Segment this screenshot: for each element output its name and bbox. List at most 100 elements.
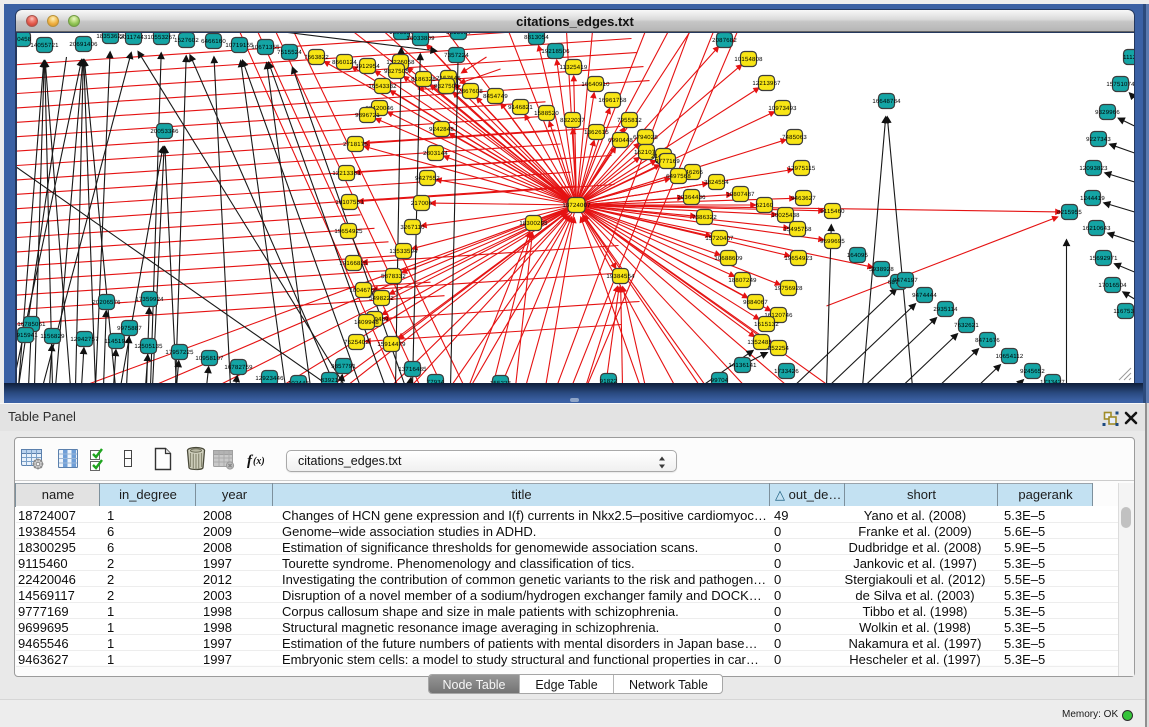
svg-text:10807487: 10807487 [726,191,755,198]
svg-text:9857791: 9857791 [331,363,356,370]
svg-text:10688609: 10688609 [714,255,743,262]
svg-text:10107553: 10107553 [335,199,364,206]
svg-text:6497568: 6497568 [666,173,691,180]
svg-text:15751074: 15751074 [1106,81,1134,88]
svg-text:12505135: 12505135 [134,343,163,350]
svg-text:9245652: 9245652 [1020,368,1045,375]
svg-text:16033809: 16033809 [406,35,435,42]
svg-text:1145194: 1145194 [104,338,129,345]
svg-text:10973493: 10973493 [768,105,797,112]
svg-text:9884067: 9884067 [743,299,768,306]
svg-text:3912954: 3912954 [355,63,380,70]
svg-text:10154808: 10154808 [734,56,763,63]
svg-text:155223: 155223 [489,380,511,383]
svg-text:15720407: 15720407 [705,235,734,242]
svg-text:9427552: 9427552 [415,175,440,182]
svg-text:3915941: 3915941 [17,332,38,339]
svg-text:9115460: 9115460 [820,208,845,215]
svg-text:18807249: 18807249 [728,277,757,284]
svg-text:252254: 252254 [767,345,789,352]
svg-text:5878332: 5878332 [381,273,406,280]
svg-text:16640910: 16640910 [581,81,610,88]
svg-text:16543382: 16543382 [368,83,397,90]
svg-text:19166825: 19166825 [339,260,368,267]
svg-text:12213383: 12213383 [332,170,361,177]
svg-text:1156829: 1156829 [40,333,65,340]
svg-text:8322037: 8322037 [560,117,585,124]
svg-text:12093823: 12093823 [1079,165,1108,172]
svg-text:7386322: 7386322 [692,214,717,221]
svg-text:17016504: 17016504 [1098,282,1127,289]
svg-text:12975115: 12975115 [787,165,815,172]
svg-text:9896721: 9896721 [355,112,380,119]
svg-text:11325419: 11325419 [559,64,587,71]
svg-text:12213967: 12213967 [752,80,781,87]
svg-text:10671355: 10671355 [251,44,280,51]
svg-text:9242848: 9242848 [429,126,454,133]
svg-text:9975887: 9975887 [117,325,142,332]
svg-text:20364436: 20364436 [677,194,706,201]
svg-text:6990448: 6990448 [608,137,633,144]
svg-text:5938928: 5938928 [869,266,894,273]
svg-text:19654925: 19654925 [334,228,363,235]
svg-text:9327508: 9327508 [434,83,459,90]
svg-text:9227343: 9227343 [1086,136,1111,143]
svg-text:9777169: 9777169 [655,158,680,165]
svg-text:7632621: 7632621 [954,322,979,329]
svg-text:13716485: 13716485 [398,366,427,373]
svg-text:164095: 164095 [846,252,868,259]
svg-text:19218506: 19218506 [541,48,570,55]
svg-text:19654923: 19654923 [784,255,813,262]
svg-text:9327505: 9327505 [384,68,409,75]
svg-text:1244419: 1244419 [1080,195,1105,202]
svg-text:20053346: 20053346 [150,128,179,135]
svg-text:6466160: 6466160 [201,38,226,45]
svg-text:9699695: 9699695 [820,238,845,245]
svg-text:1362615: 1362615 [584,129,609,136]
svg-text:14136141: 14136141 [728,362,757,369]
svg-text:19756928: 19756928 [774,285,803,292]
svg-text:2087682: 2087682 [712,37,737,44]
svg-text:16648784: 16648784 [872,98,901,105]
svg-text:5498222: 5498222 [369,295,394,302]
svg-text:7485063: 7485063 [782,134,807,141]
svg-text:217006: 217006 [410,200,432,207]
svg-text:17359924: 17359924 [135,296,164,303]
svg-text:62160: 62160 [755,202,773,209]
svg-text:7663822: 7663822 [304,54,329,61]
svg-text:8813054: 8813054 [446,33,471,36]
svg-text:15692971: 15692971 [1089,255,1118,262]
svg-text:83921: 83921 [320,377,338,383]
svg-text:8660124: 8660124 [332,59,357,66]
svg-text:19384554: 19384554 [606,273,635,280]
svg-text:99704: 99704 [710,377,728,383]
svg-text:91822: 91822 [599,378,617,383]
svg-text:8454749: 8454749 [483,93,508,100]
svg-text:102443: 102443 [287,380,309,383]
svg-text:11123: 11123 [1123,54,1134,61]
svg-text:9474444: 9474444 [912,292,937,299]
svg-text:1615132: 1615132 [754,321,779,328]
svg-text:16961758: 16961758 [598,97,627,104]
svg-text:1409948: 1409948 [354,319,379,326]
svg-text:20458: 20458 [17,36,32,43]
svg-text:2935114: 2935114 [933,306,958,313]
svg-text:7515524: 7515524 [277,49,302,56]
svg-text:8186328: 8186328 [411,76,436,83]
svg-text:2718176: 2718176 [343,141,368,148]
svg-text:10958107: 10958107 [195,355,224,362]
svg-text:12942757: 12942757 [70,336,99,343]
svg-text:7955812: 7955812 [617,117,642,124]
svg-text:7357224: 7357224 [444,52,469,59]
svg-text:1733426: 1733426 [774,368,799,375]
svg-text:2803144: 2803144 [423,150,448,157]
svg-text:10719155: 10719155 [225,42,254,49]
svg-text:3824554: 3824554 [704,179,729,186]
svg-text:8813054: 8813054 [524,34,549,41]
svg-text:15914479: 15914479 [377,341,406,348]
svg-text:20691406: 20691406 [69,41,98,48]
svg-text:8215955: 8215955 [1057,209,1082,216]
svg-text:12923446: 12923446 [255,375,284,382]
svg-text:9474197: 9474197 [893,277,918,284]
svg-text:20117443: 20117443 [119,34,147,41]
